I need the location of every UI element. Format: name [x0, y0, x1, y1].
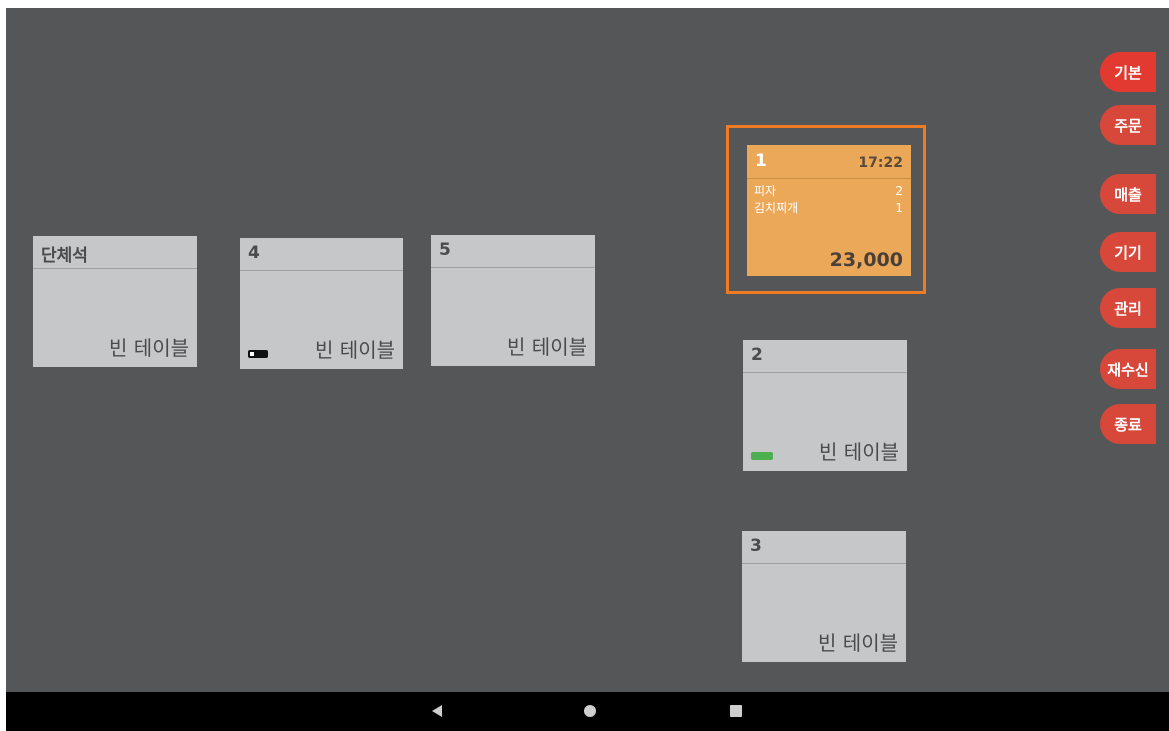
table-3[interactable]: 3 빈 테이블: [742, 531, 906, 662]
table-name: 5: [439, 240, 451, 260]
order-row: 김치찌개 1: [754, 200, 903, 217]
table-5[interactable]: 5 빈 테이블: [431, 235, 595, 366]
table-header: 2: [743, 340, 907, 373]
menu-order-button[interactable]: 주문: [1100, 105, 1156, 145]
recents-icon[interactable]: [730, 705, 742, 717]
order-time: 17:22: [858, 155, 903, 171]
table-status: 빈 테이블: [315, 338, 395, 362]
table-name: 3: [750, 536, 762, 556]
menu-manage-button[interactable]: 관리: [1100, 288, 1156, 328]
table-name: 단체석: [41, 246, 88, 266]
order-list: 피자 2 김치찌개 1: [754, 183, 903, 217]
table-status: 빈 테이블: [819, 440, 899, 464]
table-header: 4: [240, 238, 403, 271]
table-status: 빈 테이블: [507, 335, 587, 359]
home-icon[interactable]: [584, 705, 596, 717]
order-item: 피자: [754, 184, 777, 198]
order-row: 피자 2: [754, 183, 903, 200]
order-total: 23,000: [829, 249, 903, 271]
table-1[interactable]: 1 17:22 피자 2 김치찌개 1 23,000: [747, 145, 911, 276]
table-status: 빈 테이블: [818, 631, 898, 655]
table-4[interactable]: 4 빈 테이블: [240, 238, 403, 369]
menu-sales-button[interactable]: 매출: [1100, 174, 1156, 214]
table-name: 2: [751, 345, 763, 365]
menu-resync-button[interactable]: 재수신: [1100, 349, 1156, 389]
order-qty: 1: [895, 201, 903, 215]
battery-low-icon: [248, 350, 268, 358]
table-status: 빈 테이블: [109, 336, 189, 360]
table-name: 4: [248, 243, 260, 263]
table-name: 1: [755, 151, 767, 171]
table-group-seat[interactable]: 단체석 빈 테이블: [33, 236, 197, 367]
battery-full-icon: [751, 452, 773, 460]
system-navigation-bar: [6, 692, 1169, 731]
menu-device-button[interactable]: 기기: [1100, 232, 1156, 272]
order-item: 김치찌개: [754, 201, 799, 215]
table-2[interactable]: 2 빈 테이블: [743, 340, 907, 471]
menu-exit-button[interactable]: 종료: [1100, 404, 1156, 444]
menu-basic-button[interactable]: 기본: [1100, 52, 1156, 92]
table-header: 단체석: [33, 236, 197, 269]
order-qty: 2: [895, 184, 903, 198]
table-header: 3: [742, 531, 906, 564]
table-header: 5: [431, 235, 595, 268]
back-icon[interactable]: [432, 705, 442, 717]
table-header: 1 17:22: [747, 145, 911, 179]
